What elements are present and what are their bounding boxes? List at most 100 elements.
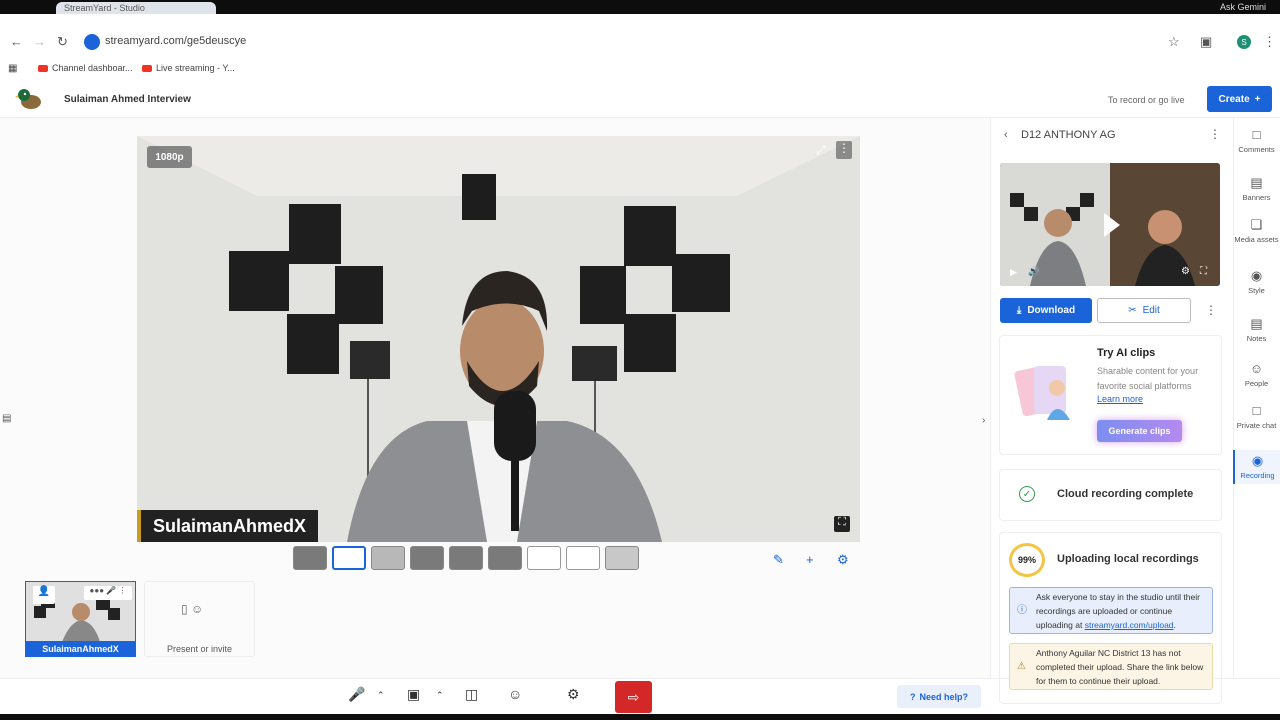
- forward-icon[interactable]: →: [33, 34, 46, 49]
- add-icon[interactable]: +: [806, 552, 814, 567]
- pencil-icon[interactable]: ✎: [773, 552, 784, 568]
- learn-more-link[interactable]: Learn more: [1097, 394, 1143, 404]
- reload-icon[interactable]: ↻: [57, 34, 68, 50]
- layout-split[interactable]: [488, 546, 522, 570]
- settings-gear-icon[interactable]: ⚙: [837, 552, 849, 568]
- bookmark-live-streaming[interactable]: Live streaming - Y...: [142, 63, 235, 73]
- layout-screen-small[interactable]: [527, 546, 561, 570]
- extensions-icon[interactable]: ▣: [1200, 34, 1212, 50]
- create-label: Create: [1218, 93, 1250, 105]
- camera-icon[interactable]: ▣: [407, 686, 420, 703]
- download-label: Download: [1027, 305, 1076, 316]
- rail-label: People: [1244, 379, 1269, 388]
- settings-gear-icon[interactable]: ⚙: [1181, 266, 1190, 277]
- need-help-button[interactable]: ? Need help?: [897, 685, 981, 708]
- check-circle-icon: ✓: [1019, 486, 1035, 502]
- microphone-icon[interactable]: 🎤: [348, 686, 365, 703]
- app-header: [0, 82, 1280, 118]
- rail-recording[interactable]: ◉ Recording: [1233, 450, 1280, 484]
- create-button[interactable]: Create +: [1207, 86, 1272, 112]
- people-icon: ☺: [1249, 361, 1264, 376]
- help-icon: ?: [909, 691, 916, 702]
- record-hint: To record or go live: [1108, 95, 1185, 105]
- star-icon[interactable]: ☆: [1168, 34, 1180, 50]
- upload-percent: 99%: [1017, 555, 1036, 565]
- youtube-icon: [142, 64, 152, 72]
- kebab-menu-icon[interactable]: ⋮: [836, 141, 852, 159]
- layout-thin[interactable]: [371, 546, 405, 570]
- volume-icon[interactable]: 🔊: [1028, 266, 1039, 277]
- site-icon: [84, 34, 100, 50]
- download-icon: ⤓: [1016, 305, 1022, 316]
- chevron-right-icon[interactable]: ›: [982, 415, 985, 426]
- exit-icon: ⇨: [627, 688, 640, 705]
- rail-comments[interactable]: □ Comments: [1233, 127, 1280, 155]
- upload-progress-ring: 99%: [1009, 543, 1045, 577]
- upload-link[interactable]: streamyard.com/upload: [1085, 620, 1174, 630]
- bookmarks-bar: ▦ Channel dashboar... Live streaming - Y…: [0, 60, 1280, 80]
- collapse-panel-icon[interactable]: ▤: [2, 413, 11, 424]
- rail-banners[interactable]: ▤ Banners: [1233, 176, 1280, 203]
- play-icon[interactable]: ▶: [1010, 267, 1017, 278]
- fullscreen-icon[interactable]: ⛶: [1200, 266, 1207, 277]
- layout-group[interactable]: [332, 546, 366, 570]
- ai-clips-illustration: [1014, 365, 1070, 420]
- recording-title: D12 ANTHONY AG: [1021, 129, 1116, 141]
- ask-gemini-button[interactable]: Ask Gemini: [1220, 2, 1266, 12]
- more-options-icon[interactable]: ⋮: [1205, 303, 1217, 317]
- rail-people[interactable]: ☺ People: [1233, 361, 1280, 389]
- generate-clips-button[interactable]: Generate clips: [1097, 420, 1182, 442]
- invite-guest-icon[interactable]: ☺: [508, 686, 522, 702]
- present-screen-icon: ▯ ☺: [181, 602, 204, 616]
- info-period: .: [1173, 620, 1176, 630]
- studio-title[interactable]: Sulaiman Ahmed Interview: [64, 94, 191, 105]
- menu-icon[interactable]: ⋮: [1263, 34, 1276, 50]
- kebab-menu-icon[interactable]: ⋮: [1209, 127, 1221, 141]
- plus-icon: +: [1254, 93, 1261, 105]
- layout-screen[interactable]: [566, 546, 600, 570]
- share-screen-icon[interactable]: ◫: [465, 686, 478, 703]
- person-icon: 👤: [33, 586, 55, 604]
- comment-icon: □: [1252, 127, 1261, 142]
- rail-label: Media assets: [1234, 235, 1279, 244]
- profile-avatar[interactable]: S: [1237, 35, 1251, 49]
- url-text[interactable]: streamyard.com/ge5deuscye: [105, 35, 246, 47]
- upload-warning-message: ⚠ Anthony Aguilar NC District 13 has not…: [1009, 643, 1213, 690]
- upload-info-message: ⓘ Ask everyone to stay in the studio unt…: [1009, 587, 1213, 634]
- need-help-label: Need help?: [919, 691, 968, 702]
- fullscreen-icon[interactable]: ⛶: [834, 516, 850, 532]
- download-button[interactable]: ⤓ Download: [1000, 298, 1092, 323]
- back-icon[interactable]: ←: [10, 34, 23, 49]
- chevron-up-icon[interactable]: ⌃: [377, 690, 385, 701]
- back-arrow-icon[interactable]: ‹: [1004, 129, 1008, 141]
- layout-solo[interactable]: [293, 546, 327, 570]
- rail-notes[interactable]: ▤ Notes: [1233, 317, 1280, 344]
- layout-background[interactable]: [605, 546, 639, 570]
- screen-bottom-edge: [0, 714, 1280, 720]
- bookmark-channel-dashboard[interactable]: Channel dashboar...: [38, 63, 133, 73]
- expand-icon[interactable]: ⤢: [816, 143, 826, 158]
- browser-tab[interactable]: StreamYard - Studio: [56, 2, 216, 14]
- chevron-up-icon[interactable]: ⌃: [436, 690, 444, 701]
- resolution-badge[interactable]: 1080p: [147, 146, 192, 168]
- ai-clips-title: Try AI clips: [1097, 347, 1156, 359]
- apps-grid-icon[interactable]: ▦: [8, 63, 17, 74]
- layout-sidebar[interactable]: [449, 546, 483, 570]
- settings-icon[interactable]: ⚙: [567, 686, 580, 703]
- rail-media-assets[interactable]: ❏ Media assets: [1233, 218, 1280, 245]
- ai-clips-description: Sharable content for your favorite socia…: [1097, 366, 1199, 391]
- speaker-video-frame: [137, 136, 860, 542]
- rail-style[interactable]: ◉ Style: [1233, 268, 1280, 296]
- upload-title: Uploading local recordings: [1057, 553, 1199, 565]
- duck-logo-icon[interactable]: [15, 87, 43, 111]
- generate-clips-label: Generate clips: [1108, 426, 1171, 436]
- palette-icon: ◉: [1250, 268, 1263, 283]
- layout-leader[interactable]: [410, 546, 444, 570]
- rail-label: Style: [1248, 286, 1265, 295]
- warning-text: Anthony Aguilar NC District 13 has not c…: [1036, 648, 1204, 686]
- edit-button[interactable]: ✂ Edit: [1097, 298, 1191, 323]
- leave-studio-button[interactable]: ⇨: [615, 681, 652, 713]
- tile-controls[interactable]: ●●● 🎤 ⋮: [84, 586, 132, 600]
- rail-private-chat[interactable]: □ Private chat: [1233, 404, 1280, 431]
- rail-label: Private chat: [1236, 421, 1277, 430]
